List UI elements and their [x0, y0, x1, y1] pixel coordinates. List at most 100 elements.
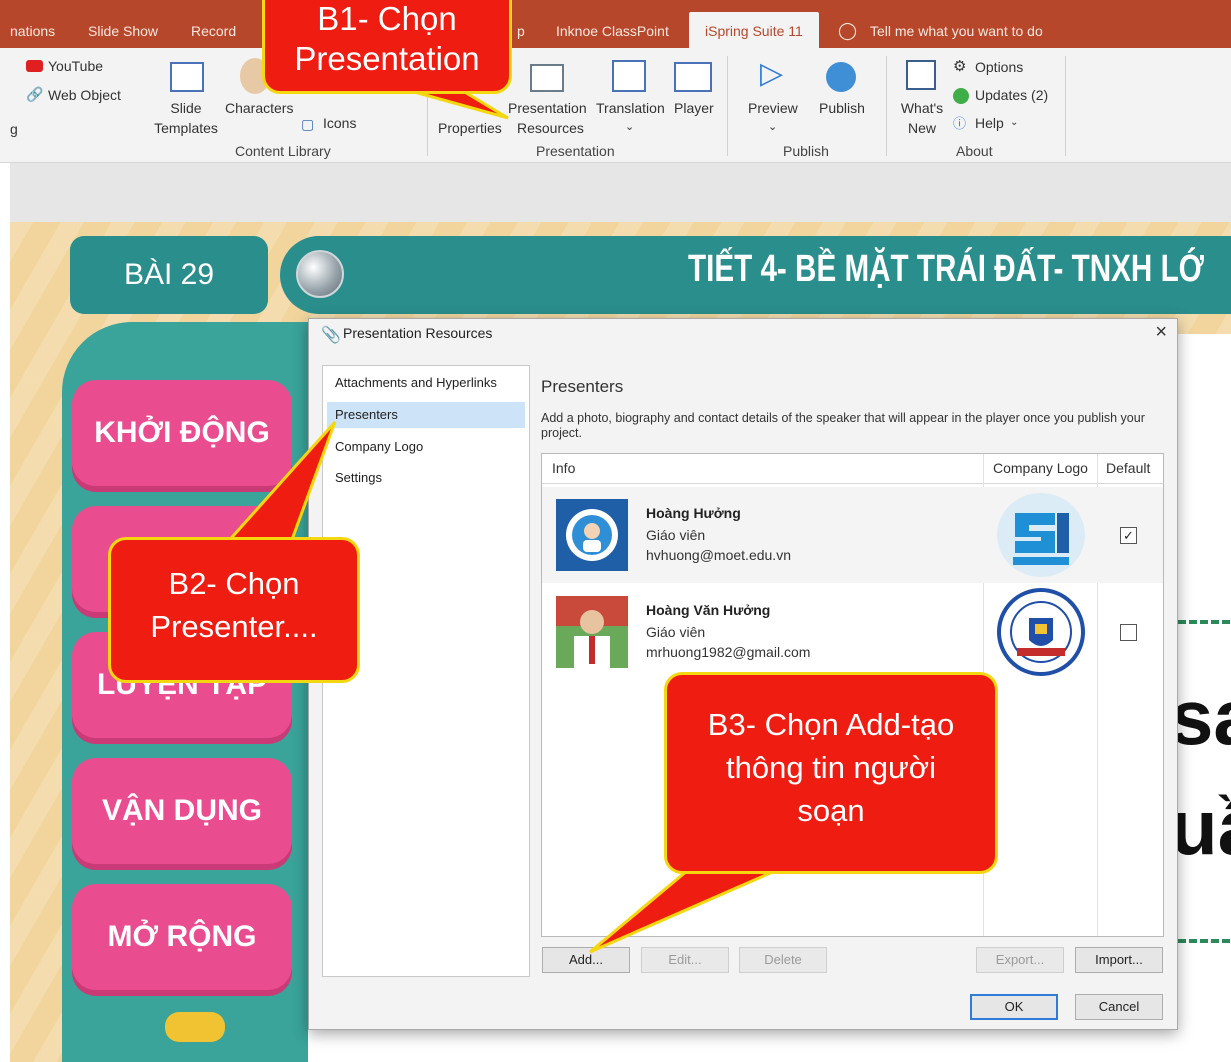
slide-templates-icon	[170, 62, 204, 92]
tell-me-search[interactable]: Tell me what you want to do	[870, 0, 1043, 48]
presentation-resources-line2[interactable]: Resources	[517, 120, 584, 136]
slide-title: TIẾT 4- BỀ MẶT TRÁI ĐẤT- TNXH LỚ	[688, 248, 1204, 290]
preview-button[interactable]: Preview	[748, 100, 798, 116]
player-button[interactable]: Player	[674, 100, 714, 116]
youtube-button[interactable]: YouTube	[48, 58, 103, 74]
presenter-role: Giáo viên	[646, 527, 706, 543]
publish-globe-icon	[826, 62, 856, 92]
group-content-library: Content Library	[235, 143, 331, 159]
preview-chevron-icon[interactable]: ⌄	[768, 120, 777, 133]
menu-mo-rong[interactable]: MỞ RỘNG	[72, 884, 292, 990]
column-info[interactable]: Info	[552, 460, 575, 476]
presenters-heading: Presenters	[541, 377, 624, 396]
whats-new-icon	[906, 60, 936, 90]
ok-button[interactable]: OK	[970, 994, 1058, 1020]
close-icon[interactable]: ×	[1155, 321, 1167, 344]
column-company-logo[interactable]: Company Logo	[993, 460, 1088, 476]
editor-background-band	[0, 163, 1231, 223]
whats-new-line1[interactable]: What's	[896, 100, 948, 116]
presenter-role: Giáo viên	[646, 624, 706, 640]
tab-record[interactable]: Record	[191, 0, 236, 48]
cut-off-label: g	[10, 121, 18, 137]
slide-templates-line1[interactable]: Slide	[150, 100, 222, 116]
robot-decoration	[165, 1012, 225, 1042]
presenter-photo	[556, 499, 628, 571]
paperclip-icon: 📎	[321, 327, 341, 344]
callout-b3-line3: soạn	[797, 793, 865, 828]
menu-van-dung[interactable]: VẬN DỤNG	[72, 758, 292, 864]
table-row[interactable]: Hoàng Hưởng Giáo viên hvhuong@moet.edu.v…	[542, 487, 1163, 583]
lesson-label: BÀI 29	[70, 236, 268, 314]
updates-button[interactable]: Updates (2)	[975, 87, 1048, 103]
edit-button[interactable]: Edit...	[641, 947, 729, 973]
youtube-icon	[26, 60, 43, 72]
group-presentation: Presentation	[536, 143, 615, 159]
title-circle-decoration	[296, 250, 344, 298]
table-header: Info Company Logo Default	[542, 454, 1163, 484]
default-checkbox[interactable]: ✓	[1120, 527, 1137, 544]
callout-b1-line2: Presentation	[294, 40, 480, 77]
help-icon: ⓘ	[953, 116, 967, 131]
options-button[interactable]: Options	[975, 59, 1023, 75]
add-button[interactable]: Add...	[542, 947, 630, 973]
menu-khoi-dong[interactable]: KHỞI ĐỘNG	[72, 380, 292, 486]
callout-b1-line1: B1- Chọn	[317, 0, 457, 37]
options-gear-icon: ⚙	[953, 58, 967, 75]
slide-big-text-2: uầ	[1170, 783, 1231, 871]
column-default[interactable]: Default	[1106, 460, 1150, 476]
callout-b3-line2: thông tin người	[726, 750, 936, 785]
nav-presenters[interactable]: Presenters	[327, 402, 525, 428]
presentation-resources-line1[interactable]: Presentation	[508, 100, 587, 116]
table-row[interactable]: Hoàng Văn Hưởng Giáo viên mrhuong1982@gm…	[542, 584, 1163, 680]
icons-icon: ▢	[301, 116, 315, 132]
callout-b3-line1: B3- Chọn Add-tạo	[707, 707, 955, 742]
tab-ispring-suite[interactable]: iSpring Suite 11	[689, 12, 819, 48]
group-separator	[1065, 56, 1066, 156]
group-separator	[727, 56, 728, 156]
callout-b2-line1: B2- Chọn	[168, 566, 300, 601]
company-logo-image	[997, 493, 1085, 577]
lightbulb-icon: ◯	[838, 21, 858, 40]
publish-button[interactable]: Publish	[819, 100, 865, 116]
screenshot-root: nations Slide Show Record p Inknoe Class…	[0, 0, 1231, 1062]
help-button[interactable]: Help	[975, 115, 1004, 131]
translation-button[interactable]: Translation	[596, 100, 665, 116]
dashed-line	[1178, 939, 1230, 943]
presenter-email: mrhuong1982@gmail.com	[646, 644, 811, 660]
translation-chevron-icon[interactable]: ⌄	[625, 120, 634, 133]
slide-big-text-1: sa	[1170, 673, 1231, 761]
cancel-button[interactable]: Cancel	[1075, 994, 1163, 1020]
dialog-title: Presentation Resources	[343, 325, 493, 341]
nav-company-logo[interactable]: Company Logo	[323, 434, 529, 460]
presentation-resources-icon	[530, 64, 564, 92]
tab-help[interactable]: p	[517, 0, 525, 48]
player-icon	[674, 62, 712, 92]
tab-inknoe-classpoint[interactable]: Inknoe ClassPoint	[556, 0, 669, 48]
callout-b2-line2: Presenter....	[150, 609, 318, 644]
dashed-line	[1178, 620, 1230, 624]
school-seal-logo	[997, 588, 1085, 676]
callout-b2: B2- Chọn Presenter....	[108, 537, 360, 683]
group-separator	[886, 56, 887, 156]
icons-button[interactable]: Icons	[323, 115, 356, 131]
slide-templates-line2[interactable]: Templates	[150, 120, 222, 136]
callout-b1: B1- Chọn Presentation	[262, 0, 512, 94]
nav-attachments-hyperlinks[interactable]: Attachments and Hyperlinks	[323, 370, 529, 396]
whats-new-line2[interactable]: New	[896, 120, 948, 136]
group-about: About	[956, 143, 993, 159]
ribbon-tab-bar: nations Slide Show Record p Inknoe Class…	[0, 0, 1231, 48]
help-chevron-icon[interactable]: ⌄	[1010, 117, 1018, 128]
characters-button[interactable]: Characters	[225, 100, 293, 116]
translation-icon	[612, 60, 646, 92]
export-button[interactable]: Export...	[976, 947, 1064, 973]
presenter-email: hvhuong@moet.edu.vn	[646, 547, 791, 563]
web-object-button[interactable]: Web Object	[48, 87, 121, 103]
default-checkbox[interactable]	[1120, 624, 1137, 641]
presenter-photo	[556, 596, 628, 668]
properties-button[interactable]: Properties	[438, 120, 502, 136]
delete-button[interactable]: Delete	[739, 947, 827, 973]
nav-settings[interactable]: Settings	[323, 465, 529, 491]
import-button[interactable]: Import...	[1075, 947, 1163, 973]
tab-slide-show[interactable]: Slide Show	[88, 0, 158, 48]
tab-animations[interactable]: nations	[10, 0, 55, 48]
